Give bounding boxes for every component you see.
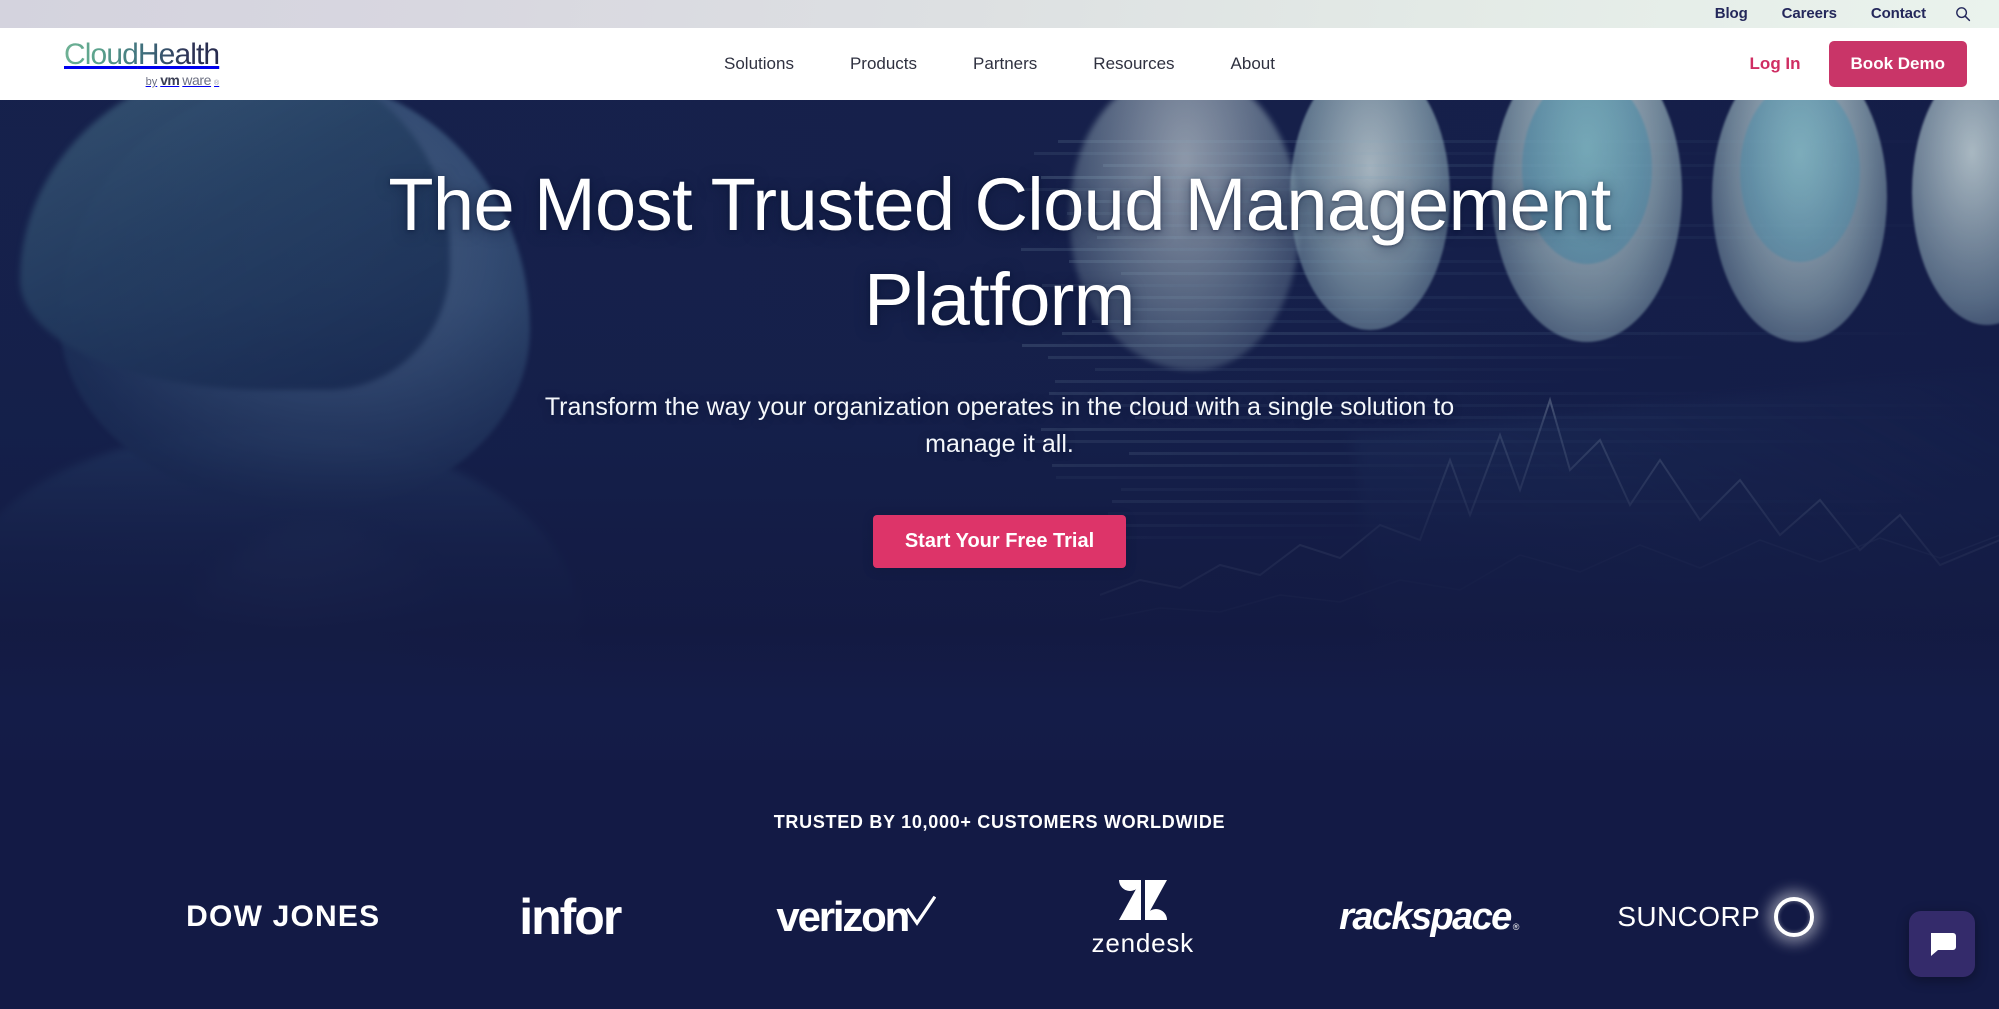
logo-cloud: Cloud	[64, 38, 138, 71]
utility-bar: Blog Careers Contact	[0, 0, 1999, 28]
logo-wordmark: CloudHealth	[64, 40, 219, 70]
rackspace-registered-mark: ®	[1513, 922, 1520, 932]
utility-link-blog[interactable]: Blog	[1698, 0, 1765, 28]
utility-links: Blog Careers Contact	[1698, 0, 1943, 28]
logo-byline: by vm ware ®	[146, 73, 220, 88]
main-navigation: Solutions Products Partners Resources Ab…	[696, 28, 1303, 100]
dow-jones-wordmark: DOW JONES	[186, 900, 380, 934]
verizon-wordmark: verizon	[776, 896, 908, 938]
chat-bubble-icon	[1927, 929, 1957, 959]
search-icon[interactable]	[1949, 0, 1977, 28]
hero-content: The Most Trusted Cloud Management Platfo…	[0, 100, 1999, 820]
trusted-by-section: TRUSTED BY 10,000+ CUSTOMERS WORLDWIDE D…	[0, 760, 1999, 1009]
zendesk-z-mark-icon	[1117, 878, 1169, 922]
utility-link-contact[interactable]: Contact	[1854, 0, 1943, 28]
rackspace-logo: rackspace ®	[1339, 898, 1519, 936]
verizon-logo: verizon	[776, 896, 936, 938]
customer-logo-suncorp[interactable]: SUNCORP	[1573, 877, 1860, 957]
nav-item-about[interactable]: About	[1203, 28, 1303, 100]
infor-wordmark: infor	[519, 892, 620, 942]
nav-item-resources[interactable]: Resources	[1065, 28, 1202, 100]
logo-registered-mark: ®	[214, 80, 219, 87]
suncorp-wordmark: SUNCORP	[1617, 903, 1760, 931]
customer-logo-infor[interactable]: infor	[427, 877, 714, 957]
customer-logo-dow-jones[interactable]: DOW JONES	[140, 877, 427, 957]
utility-link-careers[interactable]: Careers	[1765, 0, 1854, 28]
logo-vm-text: vm	[160, 73, 179, 87]
nav-item-partners[interactable]: Partners	[945, 28, 1065, 100]
zendesk-logo: zendesk	[1092, 878, 1194, 956]
suncorp-logo: SUNCORP	[1617, 897, 1814, 937]
hero-headline: The Most Trusted Cloud Management Platfo…	[350, 158, 1650, 347]
book-demo-button[interactable]: Book Demo	[1829, 41, 1967, 87]
login-link[interactable]: Log In	[1722, 54, 1829, 74]
header-actions: Log In Book Demo	[1722, 41, 1967, 87]
suncorp-ring-icon	[1774, 897, 1814, 937]
logo-ware-text: ware	[182, 73, 211, 87]
hero-section: The Most Trusted Cloud Management Platfo…	[0, 100, 1999, 820]
logo-health: Health	[138, 38, 219, 71]
trusted-by-title: TRUSTED BY 10,000+ CUSTOMERS WORLDWIDE	[0, 760, 1999, 833]
nav-item-products[interactable]: Products	[822, 28, 945, 100]
zendesk-wordmark: zendesk	[1092, 930, 1194, 956]
customer-logo-row: DOW JONES infor verizon zendesk rackspac…	[0, 877, 1999, 957]
nav-item-solutions[interactable]: Solutions	[696, 28, 822, 100]
customer-logo-verizon[interactable]: verizon	[713, 877, 1000, 957]
hero-subheadline: Transform the way your organization oper…	[500, 389, 1500, 463]
chat-widget-button[interactable]	[1909, 911, 1975, 977]
logo-by-text: by	[146, 77, 158, 88]
verizon-checkmark-icon	[906, 896, 936, 930]
cloudhealth-logo[interactable]: CloudHealth by vm ware ®	[64, 40, 219, 88]
main-header: CloudHealth by vm ware ® Solutions Products…	[0, 28, 1999, 100]
rackspace-wordmark: rackspace	[1339, 898, 1511, 936]
customer-logo-zendesk[interactable]: zendesk	[1000, 877, 1287, 957]
customer-logo-rackspace[interactable]: rackspace ®	[1286, 877, 1573, 957]
start-free-trial-button[interactable]: Start Your Free Trial	[873, 515, 1126, 568]
